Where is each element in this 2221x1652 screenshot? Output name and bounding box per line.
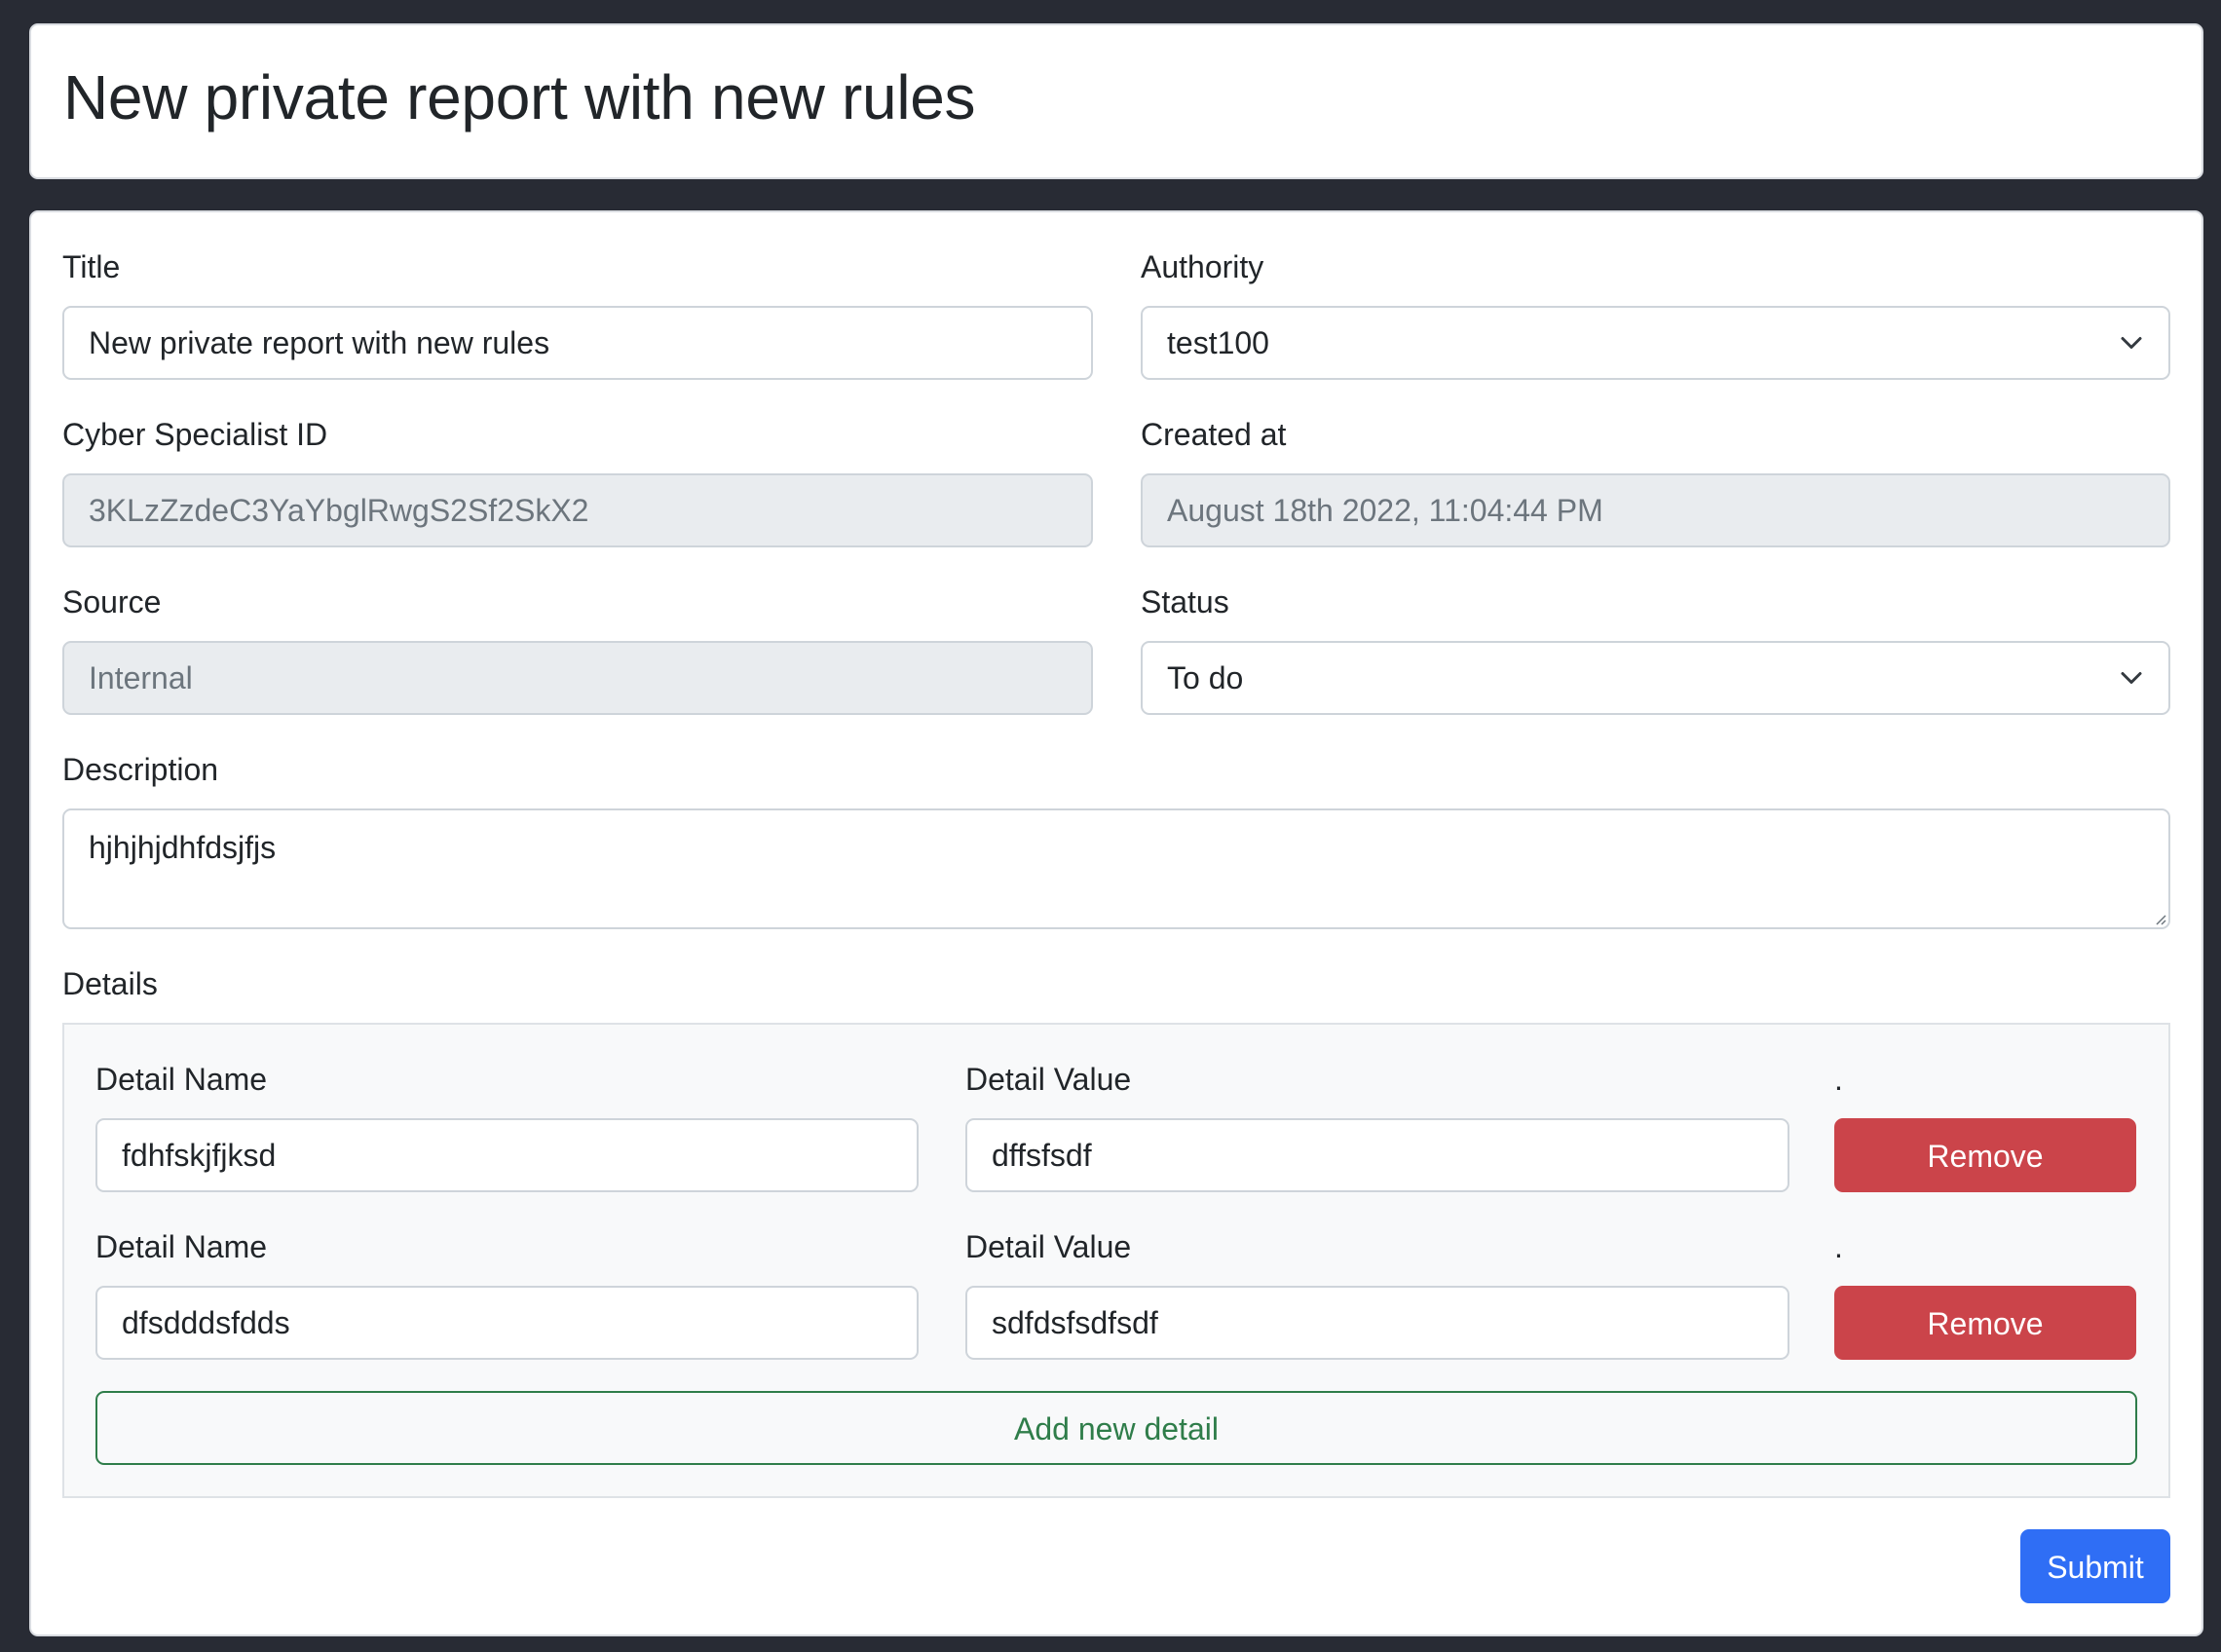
source-label: Source <box>62 584 162 620</box>
details-panel: Detail Name fdhfskjfjksd Detail Value df… <box>62 1023 2170 1498</box>
authority-selected-value: test100 <box>1167 325 1269 360</box>
title-label: Title <box>62 249 121 284</box>
details-field-group: Details <box>62 964 158 1003</box>
add-detail-button[interactable]: Add new detail <box>95 1391 2137 1465</box>
detail-action-label: . <box>1834 1062 1843 1097</box>
created-at-input: August 18th 2022, 11:04:44 PM <box>1141 473 2170 547</box>
remove-detail-button[interactable]: Remove <box>1834 1286 2136 1360</box>
status-label: Status <box>1141 584 1229 620</box>
detail-name-input[interactable]: dfsdddsfdds <box>95 1286 919 1360</box>
page-title: New private report with new rules <box>63 62 976 132</box>
description-text: hjhjhjdhfdsjfjs <box>89 830 277 865</box>
status-select[interactable]: To do <box>1141 641 2170 715</box>
resize-grip-icon[interactable] <box>2151 910 2166 925</box>
authority-field-group: Authority <box>1141 247 1263 286</box>
detail-action-label: . <box>1834 1229 1843 1264</box>
status-field-group: Status <box>1141 582 1229 621</box>
description-textarea[interactable]: hjhjhjdhfdsjfjs <box>62 808 2170 929</box>
submit-button[interactable]: Submit <box>2020 1529 2170 1603</box>
authority-select[interactable]: test100 <box>1141 306 2170 380</box>
detail-name-input[interactable]: fdhfskjfjksd <box>95 1118 919 1192</box>
source-field-group: Source <box>62 582 161 621</box>
title-input[interactable]: New private report with new rules <box>62 306 1093 380</box>
detail-value-label: Detail Value <box>965 1229 1132 1264</box>
detail-value-input[interactable]: sdfdsfsdfsdf <box>965 1286 1789 1360</box>
created-at-field-group: Created at <box>1141 415 1286 454</box>
detail-name-label: Detail Name <box>95 1229 268 1264</box>
remove-detail-button[interactable]: Remove <box>1834 1118 2136 1192</box>
detail-value-input[interactable]: dffsfsdf <box>965 1118 1789 1192</box>
header-card: New private report with new rules <box>29 23 2203 179</box>
title-field-group: Title <box>62 247 120 286</box>
description-label: Description <box>62 752 219 787</box>
status-selected-value: To do <box>1167 660 1244 695</box>
authority-label: Authority <box>1141 249 1264 284</box>
detail-name-label: Detail Name <box>95 1062 268 1097</box>
chevron-down-icon <box>2121 337 2142 349</box>
cyber-specialist-id-input: 3KLzZzdeC3YaYbglRwgS2Sf2SkX2 <box>62 473 1093 547</box>
chevron-down-icon <box>2121 672 2142 684</box>
report-form: Title New private report with new rules … <box>29 210 2203 1636</box>
details-label: Details <box>62 966 158 1001</box>
detail-value-label: Detail Value <box>965 1062 1132 1097</box>
created-at-label: Created at <box>1141 417 1287 452</box>
cyber-specialist-id-label: Cyber Specialist ID <box>62 417 328 452</box>
description-field-group: Description <box>62 750 218 789</box>
source-input: Internal <box>62 641 1093 715</box>
cyber-specialist-id-field-group: Cyber Specialist ID <box>62 415 327 454</box>
